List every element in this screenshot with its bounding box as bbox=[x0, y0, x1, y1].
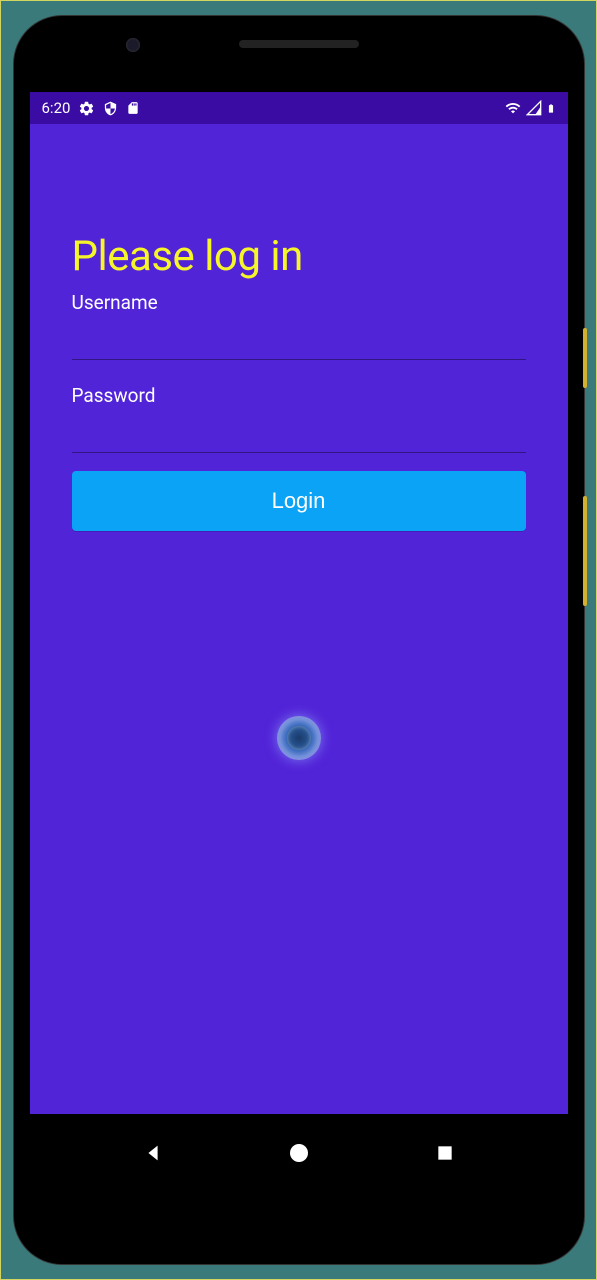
status-time: 6:20 bbox=[42, 99, 71, 117]
wifi-icon bbox=[504, 100, 522, 116]
status-bar-left: 6:20 bbox=[42, 99, 141, 117]
nav-home-button[interactable] bbox=[279, 1133, 319, 1173]
phone-speaker bbox=[239, 40, 359, 48]
phone-volume-button bbox=[583, 496, 587, 606]
phone-frame: 6:20 bbox=[14, 16, 584, 1264]
signal-icon bbox=[526, 100, 542, 116]
phone-camera bbox=[126, 38, 140, 52]
username-label: Username bbox=[72, 291, 526, 314]
phone-screen-container: 6:20 bbox=[30, 32, 568, 1248]
screen: 6:20 bbox=[30, 92, 568, 1248]
password-label: Password bbox=[72, 384, 526, 407]
sd-card-icon bbox=[126, 100, 140, 116]
shield-icon bbox=[103, 101, 118, 116]
navigation-bar bbox=[30, 1114, 568, 1192]
voice-assistant-orb[interactable] bbox=[277, 716, 321, 760]
password-input[interactable] bbox=[72, 409, 526, 453]
login-button[interactable]: Login bbox=[72, 471, 526, 531]
nav-back-button[interactable] bbox=[133, 1133, 173, 1173]
battery-icon bbox=[546, 100, 556, 117]
username-input[interactable] bbox=[72, 316, 526, 360]
settings-icon bbox=[78, 100, 95, 117]
bottom-chin bbox=[30, 1192, 568, 1248]
phone-power-button bbox=[583, 328, 587, 388]
page-title: Please log in bbox=[72, 232, 526, 281]
nav-recent-button[interactable] bbox=[425, 1133, 465, 1173]
status-bar-right bbox=[504, 100, 556, 117]
status-bar: 6:20 bbox=[30, 92, 568, 124]
app-content: Please log in Username Password Login bbox=[30, 124, 568, 1114]
